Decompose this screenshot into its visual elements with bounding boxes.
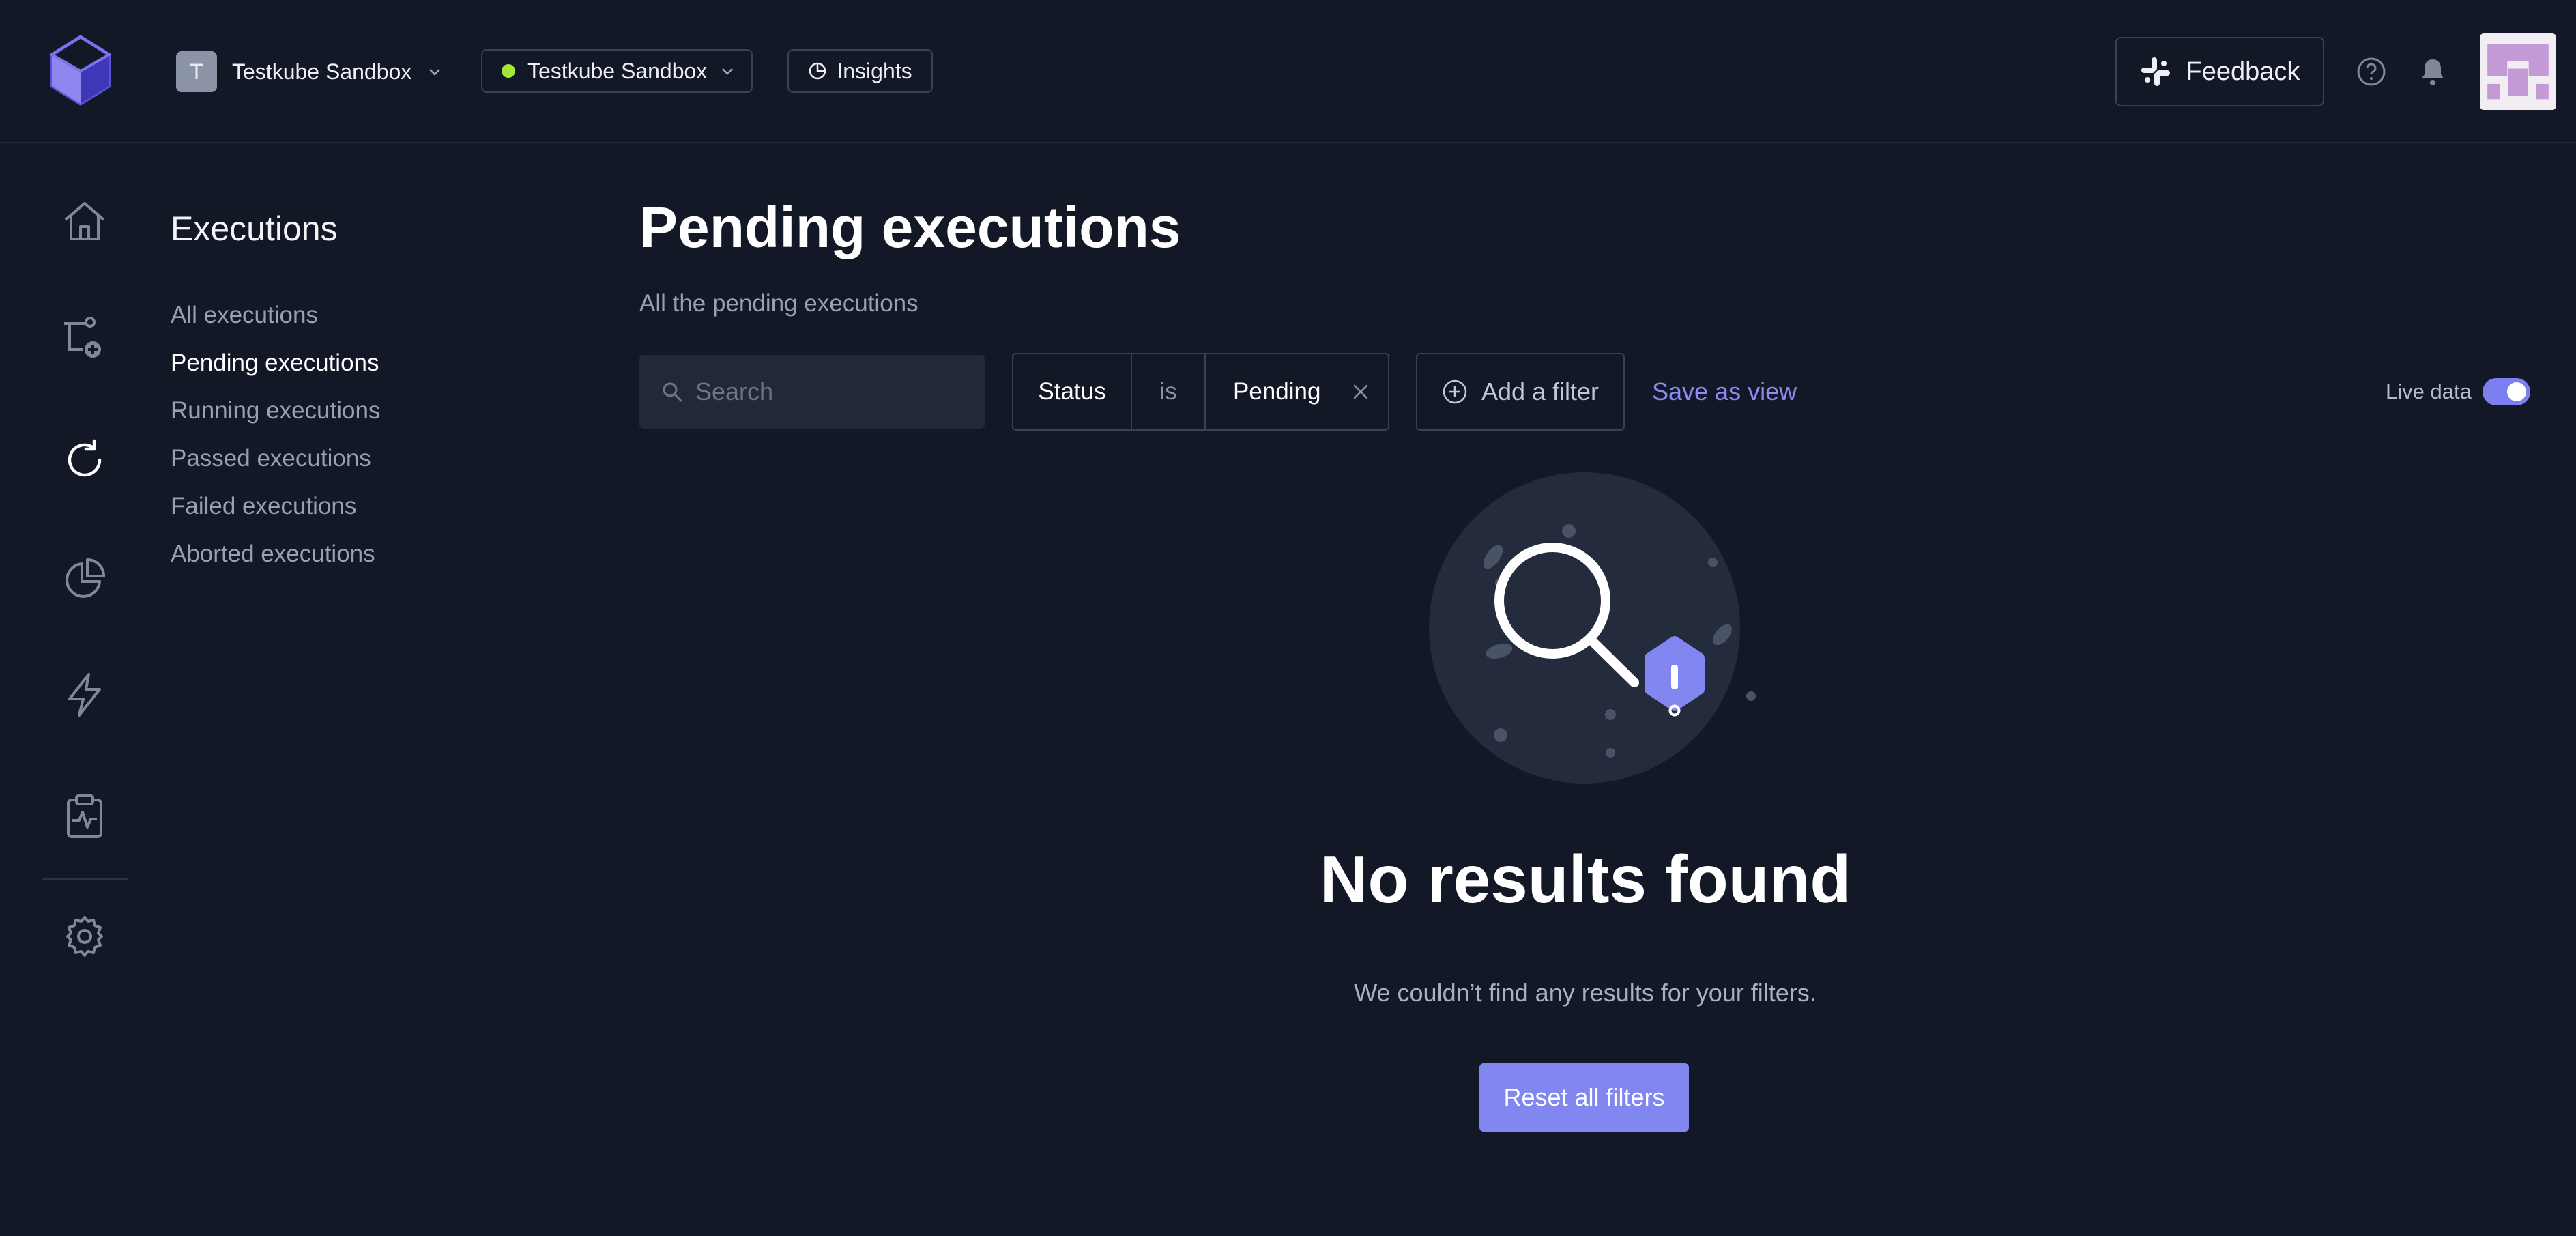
chevron-down-icon — [722, 68, 734, 75]
slack-icon — [2141, 57, 2170, 86]
filter-field[interactable]: Status — [1013, 354, 1132, 429]
sidebar-item-aborted-executions[interactable]: Aborted executions — [171, 541, 375, 568]
page-title: Pending executions — [639, 195, 1181, 259]
sidebar-title: Executions — [171, 210, 338, 248]
sidebar-item-all-executions[interactable]: All executions — [171, 302, 318, 329]
identicon-icon — [2480, 33, 2556, 110]
live-data-label: Live data — [2386, 379, 2472, 403]
sidebar-item-passed-executions[interactable]: Passed executions — [171, 445, 371, 472]
search-box[interactable] — [639, 355, 985, 429]
plus-circle-icon — [1443, 379, 1467, 404]
reset-all-filters-button[interactable]: Reset all filters — [1479, 1063, 1689, 1132]
filter-operator[interactable]: is — [1132, 354, 1206, 429]
status-filter-chip[interactable]: Status is Pending — [1012, 353, 1389, 431]
sidebar-item-pending-executions[interactable]: Pending executions — [171, 349, 379, 377]
user-avatar[interactable] — [2480, 33, 2556, 110]
organization-switcher[interactable]: T Testkube Sandbox — [176, 51, 443, 93]
empty-state-title: No results found — [1319, 842, 1851, 917]
insights-label: Insights — [837, 58, 912, 83]
search-icon — [663, 382, 682, 402]
test-workflows-icon[interactable] — [60, 314, 109, 363]
page-subtitle: All the pending executions — [639, 290, 918, 317]
chevron-down-icon — [429, 69, 441, 76]
notifications-bell-icon[interactable] — [2418, 57, 2447, 87]
live-data-toggle[interactable] — [2483, 378, 2530, 405]
testkube-logo-icon[interactable] — [48, 34, 113, 106]
org-name: Testkube Sandbox — [232, 59, 412, 84]
filter-value: Pending — [1233, 378, 1321, 405]
add-filter-label: Add a filter — [1481, 377, 1600, 405]
rail-divider — [42, 878, 128, 880]
settings-gear-icon[interactable] — [60, 912, 109, 961]
help-icon[interactable] — [2356, 57, 2386, 87]
org-avatar: T — [176, 51, 217, 92]
analytics-pie-icon[interactable] — [60, 554, 109, 603]
add-filter-button[interactable]: Add a filter — [1416, 353, 1625, 431]
environment-switcher[interactable]: Testkube Sandbox — [481, 49, 753, 93]
filter-value-group[interactable]: Pending — [1206, 354, 1388, 429]
sidebar-item-running-executions[interactable]: Running executions — [171, 397, 380, 425]
save-as-view-link[interactable]: Save as view — [1652, 377, 1797, 406]
insights-button[interactable]: Insights — [787, 49, 933, 93]
close-icon[interactable] — [1352, 383, 1370, 401]
empty-state-message: We couldn’t find any results for your fi… — [1354, 979, 1817, 1007]
triggers-lightning-icon[interactable] — [60, 670, 109, 719]
reports-clipboard-icon[interactable] — [60, 792, 109, 841]
feedback-label: Feedback — [2186, 57, 2300, 86]
search-input[interactable] — [694, 377, 970, 407]
no-results-illustration — [1429, 472, 1756, 784]
environment-status-dot — [502, 64, 515, 78]
executions-refresh-icon[interactable] — [60, 435, 109, 485]
pie-chart-icon — [809, 62, 826, 80]
sidebar-item-failed-executions[interactable]: Failed executions — [171, 493, 356, 520]
feedback-button[interactable]: Feedback — [2115, 37, 2324, 106]
home-icon[interactable] — [60, 197, 109, 246]
environment-name: Testkube Sandbox — [527, 58, 708, 83]
